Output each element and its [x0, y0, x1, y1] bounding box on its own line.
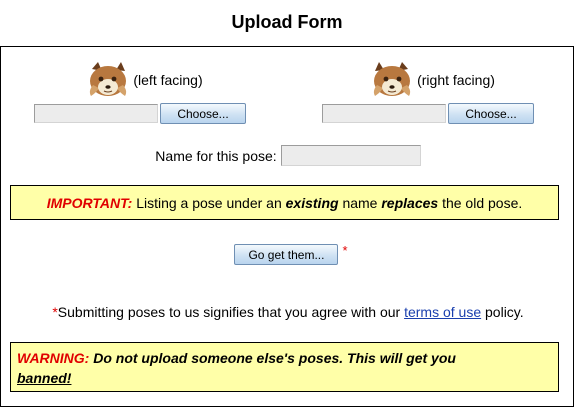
left-pose-header: (left facing)	[34, 61, 254, 99]
left-choose-button[interactable]: Choose...	[160, 103, 246, 124]
important-text-3: the old pose.	[442, 194, 523, 211]
right-choose-button[interactable]: Choose...	[448, 103, 534, 124]
right-pose-section: (right facing) Choose...	[322, 61, 542, 124]
important-text-1: Listing a pose under an	[136, 194, 282, 211]
warning-emphasis-banned: banned!	[17, 370, 72, 386]
left-pose-label: (left facing)	[133, 72, 203, 88]
right-file-row: Choose...	[322, 103, 542, 124]
right-pose-header: (right facing)	[322, 61, 542, 99]
go-get-them-button[interactable]: Go get them...	[234, 244, 339, 265]
important-label: IMPORTANT:	[46, 194, 133, 211]
agreement-text-before: Submitting poses to us signifies that yo…	[57, 304, 401, 320]
left-file-row: Choose...	[34, 103, 254, 124]
warning-label: WARNING:	[17, 350, 90, 366]
wolf-head-icon	[90, 62, 127, 96]
pose-name-row: Name for this pose:	[1, 145, 575, 166]
submit-row: Go get them... *	[1, 244, 575, 265]
form-title: Upload Form	[231, 12, 343, 32]
pose-name-input[interactable]	[280, 145, 421, 166]
agreement-text-after: policy.	[485, 304, 524, 320]
terms-agreement: *Submitting poses to us signifies that y…	[1, 304, 575, 320]
warning-notice: WARNING: Do not upload someone else's po…	[10, 342, 559, 392]
right-file-input[interactable]	[322, 104, 446, 123]
left-file-input[interactable]	[34, 104, 158, 123]
upload-panel: (left facing) Choose... (right facing) C…	[0, 46, 574, 407]
right-pose-label: (right facing)	[417, 72, 495, 88]
warning-message: Do not upload someone else's poses. This…	[93, 350, 456, 366]
wolf-head-icon	[373, 62, 411, 96]
important-emphasis-replaces: replaces	[381, 194, 439, 211]
left-pose-section: (left facing) Choose...	[34, 61, 254, 124]
required-asterisk: *	[342, 243, 348, 258]
pose-name-label: Name for this pose:	[155, 147, 277, 164]
important-notice: IMPORTANT: Listing a pose under an exist…	[10, 185, 559, 220]
important-emphasis-existing: existing	[285, 194, 339, 211]
important-text-2: name	[342, 194, 378, 211]
terms-of-use-link[interactable]: terms of use	[404, 304, 481, 320]
